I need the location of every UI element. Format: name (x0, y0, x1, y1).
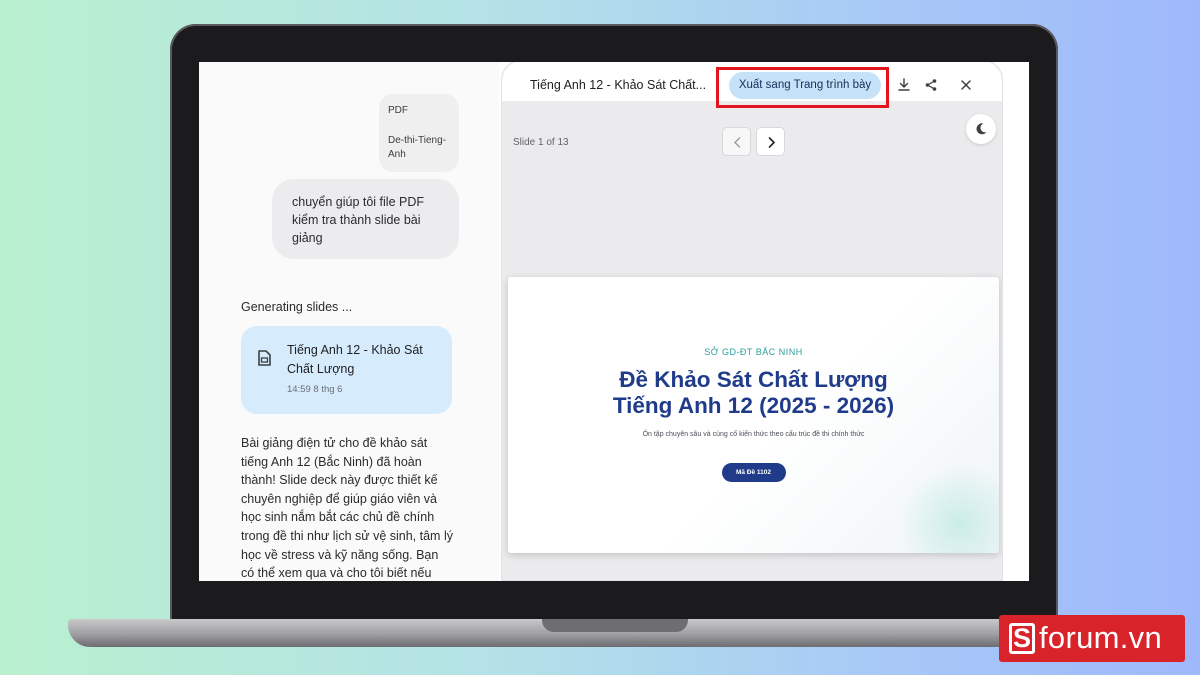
slide-result-card[interactable]: Tiếng Anh 12 - Khảo Sát Chất Lượng 14:59… (241, 326, 452, 414)
slide-counter: Slide 1 of 13 (513, 137, 569, 148)
slide-canvas: SỞ GD-ĐT BẮC NINH Đề Khảo Sát Chất Lượng… (508, 277, 999, 553)
slide-headline: Đề Khảo Sát Chất Lượng Tiếng Anh 12 (202… (508, 367, 999, 419)
chevron-right-icon (768, 137, 776, 148)
laptop-notch (542, 619, 688, 632)
slide-decoration (899, 463, 999, 553)
result-card-time: 14:59 8 thg 6 (287, 384, 343, 395)
chevron-left-icon (733, 137, 741, 148)
result-card-title: Tiếng Anh 12 - Khảo Sát Chất Lượng (287, 343, 423, 376)
preview-header: Tiếng Anh 12 - Khảo Sát Chất... Xuất san… (502, 62, 1002, 108)
sforum-logo: S forum.vn (999, 615, 1185, 662)
download-icon[interactable] (896, 77, 912, 93)
document-icon (258, 350, 271, 371)
app-screen: PDF De-thi-Tieng-Anh chuyển giúp tôi fil… (199, 62, 1029, 581)
generating-status: Generating slides ... (241, 300, 353, 314)
share-icon[interactable] (923, 77, 939, 93)
slide-organization: SỞ GD-ĐT BẮC NINH (704, 347, 803, 357)
document-title: Tiếng Anh 12 - Khảo Sát Chất... (530, 78, 707, 92)
attachment-name: De-thi-Tieng-Anh (388, 135, 446, 160)
user-message: chuyển giúp tôi file PDF kiểm tra thành … (272, 179, 459, 259)
next-slide-button[interactable] (756, 127, 785, 156)
attachment-type: PDF (388, 105, 408, 116)
logo-wordmark: forum.vn (1039, 620, 1162, 655)
previous-slide-button[interactable] (722, 127, 751, 156)
logo-mark: S (1009, 623, 1035, 654)
highlight-box (716, 67, 889, 108)
exam-code-badge: Mã Đề 1102 (721, 463, 786, 482)
moon-icon (976, 123, 987, 135)
close-icon[interactable] (958, 77, 974, 93)
assistant-reply: Bài giảng điện tử cho đề khảo sát tiếng … (241, 436, 453, 581)
slide-subtitle: Ôn tập chuyên sâu và củng cố kiến thức t… (642, 431, 865, 438)
slide-headline-line-2: Tiếng Anh 12 (2025 - 2026) (612, 393, 895, 418)
theme-toggle-button[interactable] (966, 114, 996, 144)
chat-pane: PDF De-thi-Tieng-Anh chuyển giúp tôi fil… (199, 62, 499, 581)
slides-preview-panel: Tiếng Anh 12 - Khảo Sát Chất... Xuất san… (501, 62, 1003, 581)
attachment-chip[interactable]: PDF De-thi-Tieng-Anh (379, 94, 459, 172)
slide-headline-line-1: Đề Khảo Sát Chất Lượng (619, 367, 888, 392)
